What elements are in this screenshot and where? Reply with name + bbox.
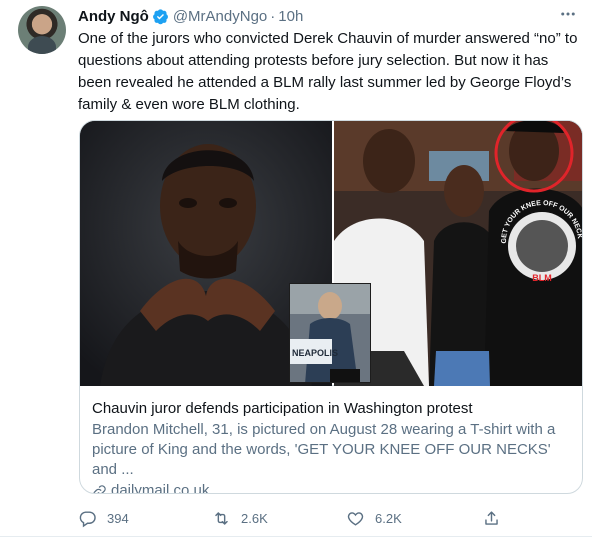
tweet-header: Andy Ngô @MrAndyNgo · 10h (78, 6, 303, 26)
separator-dot: · (270, 7, 276, 25)
tweet[interactable]: Andy Ngô @MrAndyNgo · 10h One of the jur… (0, 0, 592, 537)
like-icon (347, 511, 364, 526)
card-title[interactable]: Chauvin juror defends participation in W… (92, 399, 572, 419)
reply-icon (79, 510, 96, 527)
reply-count: 394 (107, 510, 129, 526)
verified-badge-icon (152, 8, 168, 24)
like-count: 6.2K (375, 510, 402, 526)
shirt-badge-text: BLM (532, 273, 552, 283)
timestamp[interactable]: 10h (278, 8, 303, 25)
card-domain-text: dailymail.co.uk (111, 482, 210, 494)
inset-photo: NEAPOLIS (289, 283, 371, 383)
more-icon[interactable] (556, 4, 580, 24)
card-description: Brandon Mitchell, 31, is pictured on Aug… (92, 421, 556, 478)
card-image[interactable]: BLM GET YOUR KNEE OFF OUR NECKS NEAPOLIS (80, 121, 582, 386)
inset-label-text: NEAPOLIS (292, 348, 338, 358)
retweet-icon (215, 511, 228, 525)
link-icon (93, 484, 106, 493)
card-domain[interactable]: dailymail.co.uk (92, 481, 572, 494)
card-info[interactable]: Chauvin juror defends participation in W… (80, 387, 582, 494)
display-name[interactable]: Andy Ngô (78, 8, 149, 25)
reply-button[interactable]: 394 (78, 507, 129, 529)
like-button[interactable]: 6.2K (346, 507, 402, 529)
group-photo: BLM GET YOUR KNEE OFF OUR NECKS (334, 121, 582, 386)
share-icon (485, 510, 498, 525)
share-button[interactable] (482, 507, 501, 529)
avatar[interactable] (18, 6, 66, 54)
handle[interactable]: @MrAndyNgo (173, 8, 267, 25)
retweet-button[interactable]: 2.6K (212, 507, 268, 529)
retweet-count: 2.6K (241, 510, 268, 526)
link-card[interactable]: BLM GET YOUR KNEE OFF OUR NECKS NEAPOLIS (79, 120, 583, 494)
action-bar: 394 2.6K 6.2K (78, 507, 518, 529)
tweet-text: One of the jurors who convicted Derek Ch… (78, 30, 578, 113)
